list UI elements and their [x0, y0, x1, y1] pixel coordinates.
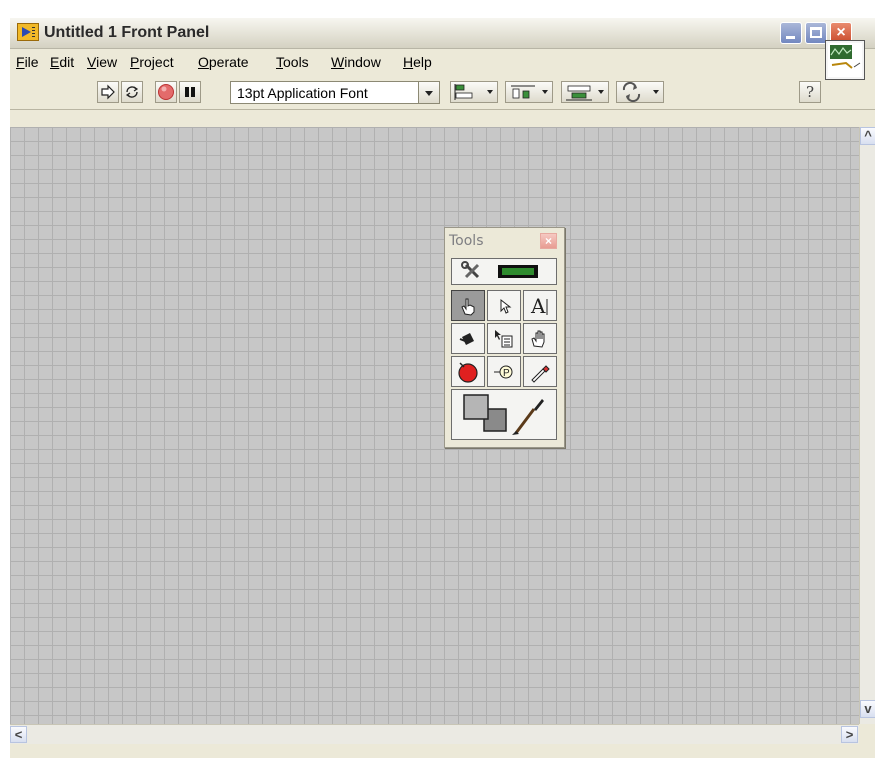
close-icon: × [544, 234, 552, 248]
object-shortcut-menu-icon [495, 329, 513, 347]
probe-data-tool[interactable]: P [487, 356, 521, 387]
menu-operate-label: perate [208, 54, 249, 70]
title-bar[interactable]: Untitled 1 Front Panel × [10, 18, 875, 49]
operate-value-tool[interactable] [451, 290, 485, 321]
reorder-icon [622, 82, 641, 102]
abort-execution-button[interactable] [155, 81, 177, 103]
automatic-tool-selection[interactable] [451, 258, 557, 285]
menu-edit-label: dit [59, 54, 75, 70]
menu-operate[interactable]: Operate [198, 54, 249, 70]
vi-connector-icon[interactable] [825, 40, 865, 80]
horizontal-scrollbar[interactable]: < > [10, 724, 859, 744]
menu-help[interactable]: Help [403, 54, 432, 70]
context-help-button[interactable]: ? [799, 81, 821, 103]
help-icon: ? [805, 83, 815, 101]
chevron-right-icon: > [845, 727, 854, 742]
vertical-scrollbar[interactable]: ^ v [859, 127, 875, 724]
scroll-left-button[interactable]: < [10, 726, 27, 743]
menu-view-mnemonic: V [87, 54, 97, 70]
svg-text:P: P [503, 368, 510, 379]
menu-edit-mnemonic: E [50, 54, 60, 70]
menu-tools-mnemonic: T [276, 54, 283, 70]
get-color-tool[interactable] [523, 356, 557, 387]
get-color-icon [531, 364, 550, 383]
operate-value-icon [461, 298, 475, 316]
menu-file[interactable]: File [16, 54, 39, 70]
menu-help-label: elp [413, 54, 432, 70]
edit-text-tool[interactable]: A [523, 290, 557, 321]
menu-bar: File Edit View Project Operate Tools Win… [10, 49, 875, 75]
chevron-up-icon: ^ [864, 128, 872, 143]
window-title: Untitled 1 Front Panel [44, 24, 210, 41]
chevron-down-icon [653, 90, 659, 94]
menu-tools-label: ools [283, 54, 309, 70]
minimize-icon [786, 36, 795, 39]
menu-window-mnemonic: W [331, 54, 345, 70]
menu-window-label: indow [344, 54, 381, 70]
chevron-down-icon [542, 90, 548, 94]
chevron-down-icon [598, 90, 604, 94]
chevron-down-icon: v [864, 701, 872, 716]
tools-palette[interactable]: Tools × A P [444, 227, 565, 448]
connect-wire-icon [459, 332, 474, 345]
toolbar: 13pt Application Font ? [10, 75, 875, 110]
run-continuously-button[interactable] [121, 81, 143, 103]
distribute-objects-icon [511, 85, 535, 99]
menu-tools[interactable]: Tools [276, 54, 309, 70]
reorder-button[interactable] [616, 81, 664, 103]
set-clear-breakpoint-tool[interactable] [451, 356, 485, 387]
scroll-up-button[interactable]: ^ [860, 127, 875, 145]
align-objects-icon [454, 84, 473, 100]
menu-file-label: ile [24, 54, 39, 70]
run-continuously-icon [125, 86, 139, 98]
menu-help-mnemonic: H [403, 54, 414, 70]
align-objects-button[interactable] [450, 81, 498, 103]
menu-operate-mnemonic: O [198, 54, 209, 70]
menu-edit[interactable]: Edit [50, 54, 74, 70]
resize-objects-icon [566, 85, 592, 101]
object-shortcut-menu-tool[interactable] [487, 323, 521, 354]
font-ring-value: 13pt Application Font [237, 85, 368, 101]
automatic-tool-selection-icon [461, 260, 538, 278]
menu-view[interactable]: View [87, 54, 117, 70]
tools-palette-close-button[interactable]: × [540, 233, 557, 249]
edit-text-icon: A [530, 294, 548, 318]
front-panel-canvas[interactable] [10, 127, 859, 724]
maximize-icon [810, 27, 822, 38]
labview-front-panel-icon [17, 23, 39, 41]
chevron-down-icon [487, 90, 493, 94]
menu-view-label: iew [96, 54, 118, 70]
menu-file-mnemonic: F [16, 54, 25, 70]
scroll-window-tool[interactable] [523, 323, 557, 354]
vi-icon [828, 43, 862, 77]
menu-project[interactable]: Project [130, 54, 174, 70]
maximize-button[interactable] [805, 22, 827, 44]
distribute-objects-button[interactable] [505, 81, 553, 103]
probe-data-icon: P [494, 365, 513, 379]
chevron-down-icon[interactable] [418, 82, 439, 103]
position-size-select-icon [500, 298, 512, 314]
set-color-icon [463, 393, 544, 435]
tools-palette-title: Tools [449, 233, 484, 249]
set-color-tool[interactable] [451, 389, 557, 440]
scroll-window-icon [531, 330, 545, 348]
position-size-select-tool[interactable] [487, 290, 521, 321]
scroll-right-button[interactable]: > [841, 726, 858, 743]
pause-icon [185, 87, 195, 97]
menu-project-mnemonic: P [130, 54, 140, 70]
run-button[interactable] [97, 81, 119, 103]
pause-button[interactable] [179, 81, 201, 103]
svg-text:A: A [530, 294, 546, 318]
menu-project-label: roject [139, 54, 174, 70]
minimize-button[interactable] [780, 22, 802, 44]
text-settings-ring[interactable]: 13pt Application Font [230, 81, 440, 104]
set-clear-breakpoint-icon [458, 361, 478, 383]
abort-execution-icon [158, 84, 174, 100]
scroll-down-button[interactable]: v [860, 700, 875, 718]
run-icon [101, 84, 115, 100]
chevron-left-icon: < [14, 727, 23, 742]
connect-wire-tool[interactable] [451, 323, 485, 354]
resize-objects-button[interactable] [561, 81, 609, 103]
menu-window[interactable]: Window [331, 54, 381, 70]
